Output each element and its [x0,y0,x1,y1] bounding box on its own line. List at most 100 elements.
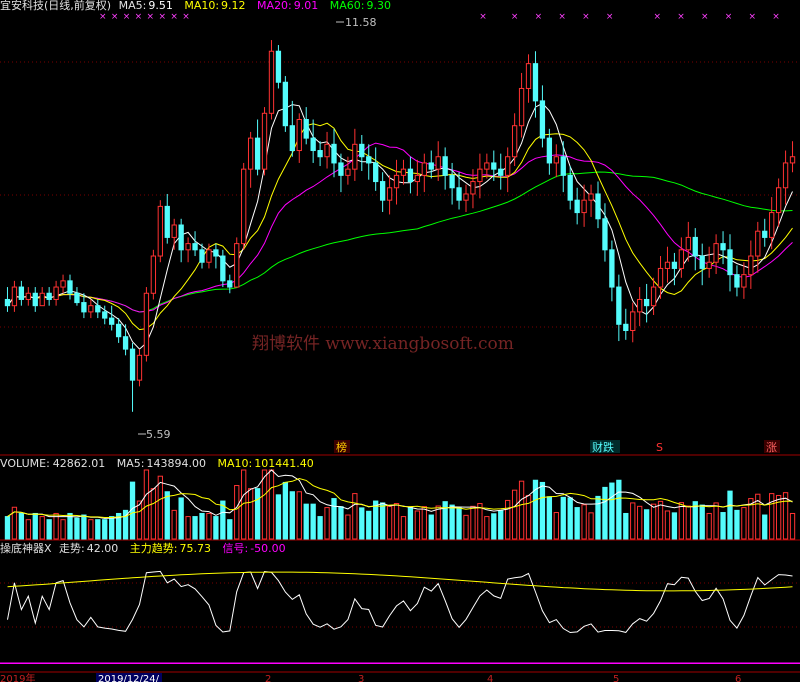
tag-bang[interactable]: 榜 [336,440,347,454]
volume-bar [67,512,73,540]
main-trend-value: 75.73 [179,542,211,555]
volume-bar [199,512,205,540]
volume-bar [136,500,143,540]
volume-bar [518,480,525,540]
signal-marker: × [135,12,143,22]
volume-ma10: 101441.40 [254,457,314,470]
volume-bar [32,512,38,540]
candle-body [755,230,761,257]
candle-body [650,286,657,307]
candle-body [324,143,330,158]
candle-body [386,187,393,201]
price-title: 宜安科技(日线,前复权) [0,0,111,12]
signal-marker: × [558,12,566,22]
volume-bar [546,496,553,540]
volume-bar [206,512,212,540]
candle-body [706,261,712,269]
volume-bar [178,497,184,540]
candle-body [25,292,31,300]
volume-bar [511,489,518,540]
volume-bar [553,512,559,540]
volume-bar [289,491,295,540]
candle-body [435,156,441,170]
volume-bar [317,516,323,540]
candle-body [567,174,573,201]
volume-bar [623,512,629,540]
candle-body [671,261,678,269]
indicator-title: 操底神器X [0,541,52,555]
month-label: 4 [487,674,493,682]
trend-path [7,570,793,634]
candle-body [769,212,775,238]
volume-bar [525,494,532,540]
volume-bar [109,516,115,540]
candle-body [518,87,525,127]
candle-body [303,119,309,139]
candle-body [254,137,261,170]
signal-marker: × [748,12,756,22]
ma10-path [7,122,793,331]
candle-body [379,181,386,201]
candle-body [150,255,157,294]
volume-bar [386,505,393,540]
signal-marker: × [653,12,661,22]
volume-header: VOLUME: 42862.01 MA5: 143894.00 MA10: 10144… [0,457,314,470]
volume-bar [428,514,434,540]
ma20-value: 9.01 [294,0,319,12]
volume-bar [60,519,66,540]
volume-bar [282,481,289,540]
signal-marker: × [582,12,590,22]
candle-body [491,162,497,170]
candle-body [289,125,295,152]
candle-body [789,156,796,164]
volume-bar [456,506,462,540]
date-axis: 2019年 2019/12/24/ 2 3 4 5 6 [0,672,741,682]
tag-zhang[interactable]: 涨 [766,441,777,454]
month-label: 5 [613,674,619,682]
volume-bar [18,512,25,540]
volume-bar [435,505,441,540]
candle-body [366,156,372,164]
candle-body [456,187,462,201]
volume-bar [185,516,191,540]
volume-bar [296,491,302,540]
candle-body [331,143,337,164]
month-label: 3 [358,674,364,682]
volume-bar [470,505,476,540]
candle-body [574,199,580,214]
candlesticks [4,40,796,412]
stock-chart-window: × × × × × × × × × × × × × × × × × × × × 翔博软件 www.xiangbosof… [0,0,800,682]
signal-marker: × [182,12,190,22]
volume-bar [699,504,705,540]
candle-body [463,193,469,201]
candle-body [46,292,52,300]
candle-body [164,205,170,238]
signal-marker: × [158,12,166,22]
candle-body [317,150,323,158]
volume-bar [762,514,768,540]
candle-body [734,274,740,288]
candle-body [60,280,66,288]
signal-marker: × [99,12,107,22]
signal-marker: × [170,12,178,22]
volume-bar [213,516,219,540]
tag-s[interactable]: S [656,441,663,454]
candle-body [428,162,434,170]
indicator-lines [0,570,800,665]
volume-bar [484,516,490,540]
stock-chart-svg: × × × × × × × × × × × × × × × × × × × × 翔博软件 www.xiangbosof… [0,0,800,682]
candle-body [630,311,636,332]
candle-body [373,162,379,183]
tag-caidie[interactable]: 财跌 [592,440,614,454]
candle-body [560,156,566,176]
ma60-value: 9.30 [366,0,391,12]
candle-body [546,137,553,164]
signal-marker: × [535,12,543,22]
volume-bar [539,481,546,540]
candle-body [748,255,754,276]
candle-body [692,236,698,257]
volume-bar [102,519,108,540]
candle-body [227,280,233,288]
signal-value: -50.00 [250,542,285,555]
candle-body [206,249,212,263]
